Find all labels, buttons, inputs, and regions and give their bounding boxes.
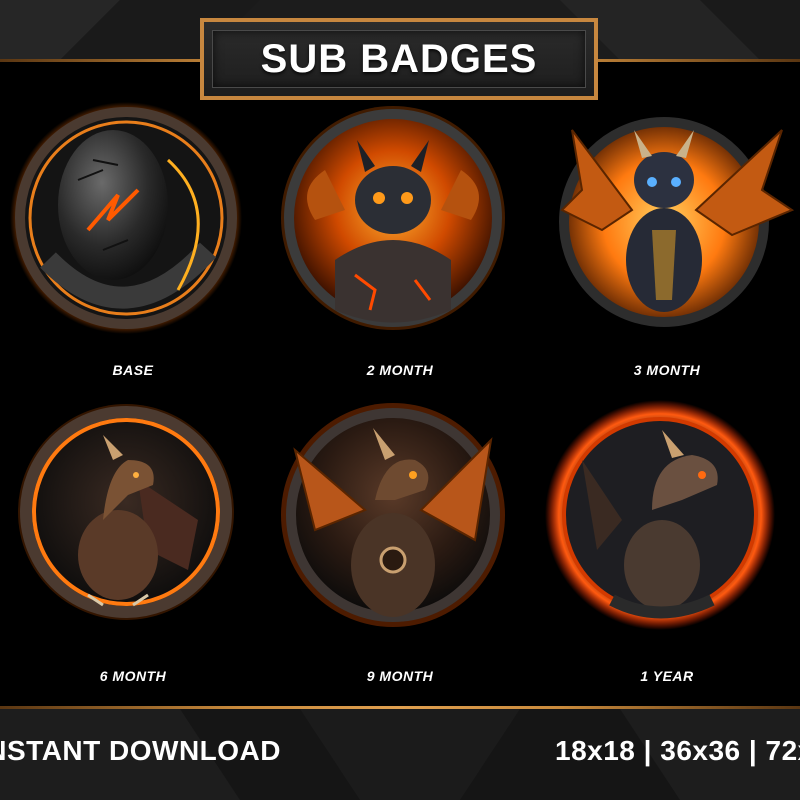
badge-grid: BASE 2 MONTH 3 MONTH 6 MONTH 9 MONTH 1 Y… <box>0 100 800 706</box>
title-banner: SUB BADGES <box>200 18 598 100</box>
badge-card-6-month: 6 MONTH <box>0 400 266 700</box>
badge-card-3-month: 3 MONTH <box>534 100 800 400</box>
adult-dragon-icon <box>545 400 775 630</box>
badge-card-9-month: 9 MONTH <box>267 400 533 700</box>
young-dragon-icon <box>18 404 234 620</box>
badge-card-2-month: 2 MONTH <box>267 100 533 400</box>
product-preview: SUB BADGES BASE 2 MONTH 3 MONTH 6 MONTH … <box>0 0 800 800</box>
badge-label-9-month: 9 MONTH <box>366 668 434 684</box>
badge-label-2-month: 2 MONTH <box>366 362 434 378</box>
winged-dragon-icon <box>281 403 505 627</box>
badge-label-3-month: 3 MONTH <box>633 362 701 378</box>
badge-card-base: BASE <box>0 100 266 400</box>
badge-label-6-month: 6 MONTH <box>99 668 167 684</box>
instant-download-text: INSTANT DOWNLOAD <box>0 735 281 766</box>
badge-label-1-year: 1 YEAR <box>640 668 694 684</box>
dragon-egg-icon <box>10 102 242 334</box>
badge-label-base: BASE <box>112 362 154 378</box>
badge-card-1-year: 1 YEAR <box>534 400 800 700</box>
baby-dragon-wings-icon <box>559 117 795 327</box>
hatching-dragon-icon <box>281 106 505 330</box>
page-title: SUB BADGES <box>260 36 538 81</box>
badge-sizes-text: 18x18 | 36x36 | 72x72 <box>555 735 800 766</box>
